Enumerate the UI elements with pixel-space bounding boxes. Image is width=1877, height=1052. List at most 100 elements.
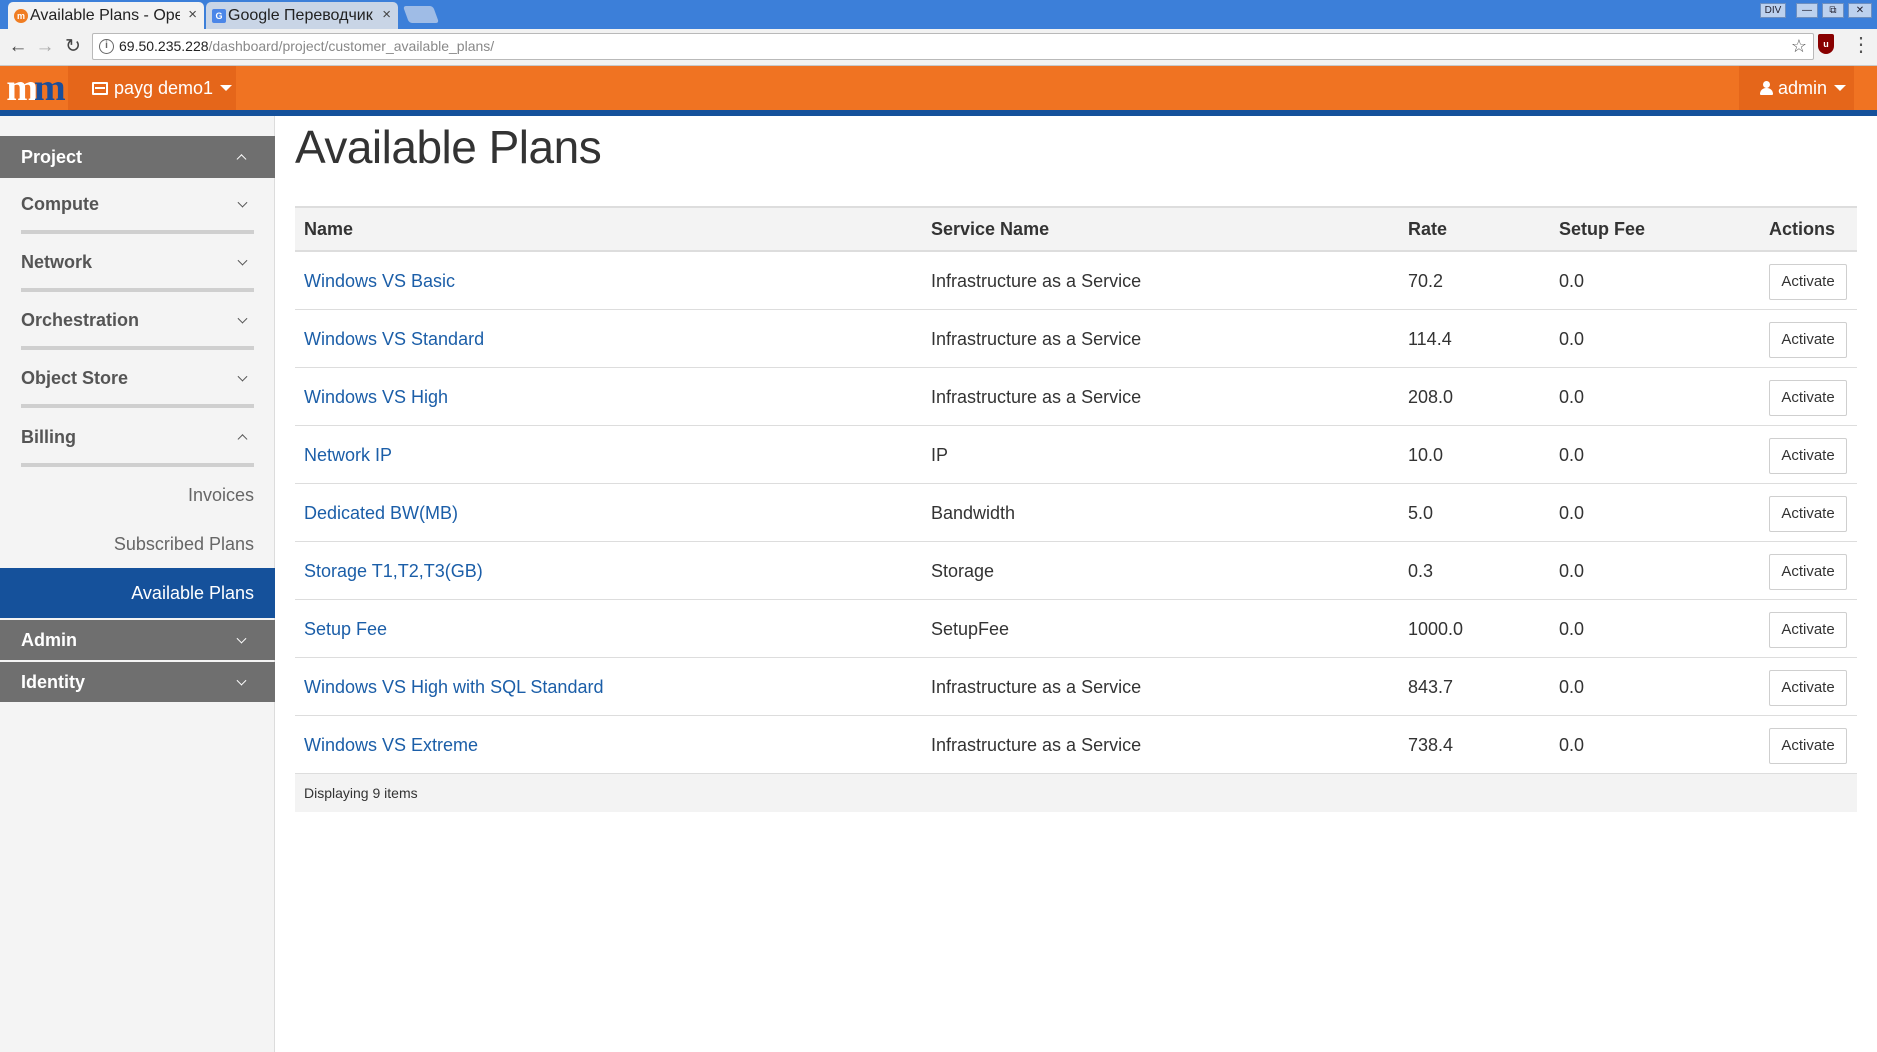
sidebar-group-orchestration[interactable]: Orchestration: [21, 294, 254, 350]
rate-cell: 70.2: [1408, 271, 1444, 291]
activate-button[interactable]: Activate: [1769, 322, 1847, 358]
tab-title: Available Plans - Ope: [30, 6, 180, 24]
table-row: Windows VS Basic Infrastructure as a Serv…: [295, 252, 1857, 310]
service-name-cell: Infrastructure as a Service: [931, 271, 1142, 291]
column-header-service-name[interactable]: Service Name: [931, 208, 1049, 250]
openstack-favicon-icon: m: [14, 9, 28, 23]
caret-down-icon: [1834, 85, 1847, 91]
sidebar-section-label: Project: [21, 146, 83, 167]
table-row: Windows VS Extreme Infrastructure as a Se…: [295, 716, 1857, 774]
rate-cell: 10.0: [1408, 445, 1444, 465]
sidebar-item-subscribed-plans[interactable]: Subscribed Plans: [0, 521, 275, 568]
restore-window-button[interactable]: ⧉: [1822, 3, 1844, 18]
plan-name-link[interactable]: Setup Fee: [304, 600, 387, 658]
rate-cell: 738.4: [1408, 735, 1454, 755]
browser-menu-icon[interactable]: ⋮: [1851, 33, 1871, 57]
reload-icon[interactable]: ↻: [61, 35, 85, 59]
project-selector[interactable]: payg demo1: [68, 66, 236, 110]
plan-name-link[interactable]: Windows VS Standard: [304, 310, 484, 368]
activate-button[interactable]: Activate: [1769, 554, 1847, 590]
sidebar-group-object-store[interactable]: Object Store: [21, 352, 254, 408]
service-name-cell: SetupFee: [931, 619, 1010, 639]
setup-fee-cell: 0.0: [1559, 619, 1585, 639]
ublock-extension-icon[interactable]: u: [1818, 34, 1834, 54]
site-info-icon[interactable]: i: [99, 39, 114, 54]
setup-fee-cell: 0.0: [1559, 387, 1585, 407]
close-tab-icon[interactable]: ×: [382, 6, 391, 23]
activate-button[interactable]: Activate: [1769, 438, 1847, 474]
plan-name-link[interactable]: Windows VS Basic: [304, 252, 455, 310]
rate-cell: 208.0: [1408, 387, 1454, 407]
plan-name-link[interactable]: Windows VS High with SQL Standard: [304, 658, 603, 716]
table-row: Windows VS High Infrastructure as a Servi…: [295, 368, 1857, 426]
sidebar-section-label: Identity: [21, 671, 86, 692]
service-name-cell: Infrastructure as a Service: [931, 387, 1142, 407]
page-title: Available Plans: [295, 121, 602, 173]
column-header-name[interactable]: Name: [304, 208, 353, 250]
table-row: Windows VS High with SQL Standard Infrast…: [295, 658, 1857, 716]
plan-name-link[interactable]: Network IP: [304, 426, 392, 484]
table-row: Windows VS Standard Infrastructure as a S…: [295, 310, 1857, 368]
sidebar-group-compute[interactable]: Compute: [21, 178, 254, 234]
plan-name-link[interactable]: Windows VS High: [304, 368, 448, 426]
new-tab-button[interactable]: [402, 6, 440, 23]
setup-fee-cell: 0.0: [1559, 735, 1585, 755]
header-accent-line: [0, 110, 1877, 116]
chevron-up-icon: [237, 434, 248, 445]
address-bar[interactable]: i 69.50.235.228/dashboard/project/custom…: [92, 33, 1814, 60]
table-row: Network IP IP 10.0 0.0 Activate: [295, 426, 1857, 484]
sidebar-item-invoices[interactable]: Invoices: [0, 472, 275, 519]
chevron-down-icon: [236, 633, 247, 644]
setup-fee-cell: 0.0: [1559, 677, 1585, 697]
service-name-cell: Infrastructure as a Service: [931, 677, 1142, 697]
plan-name-link[interactable]: Windows VS Extreme: [304, 716, 478, 774]
google-translate-favicon-icon: G: [212, 9, 226, 23]
rate-cell: 1000.0: [1408, 619, 1464, 639]
back-arrow-icon[interactable]: ←: [6, 35, 30, 59]
url-text[interactable]: 69.50.235.228/dashboard/project/customer…: [119, 38, 494, 54]
browser-tab-google-translate[interactable]: G Google Переводчик ×: [206, 2, 398, 29]
table-row: Storage T1,T2,T3(GB) Storage 0.3 0.0 Activat…: [295, 542, 1857, 600]
browser-tab-available-plans[interactable]: m Available Plans - Ope ×: [8, 2, 204, 29]
table-footer: Displaying 9 items: [295, 774, 1857, 812]
setup-fee-cell: 0.0: [1559, 503, 1585, 523]
activate-button[interactable]: Activate: [1769, 612, 1847, 648]
column-header-actions: Actions: [1769, 219, 1836, 239]
service-name-cell: IP: [931, 445, 949, 465]
sidebar-section-admin[interactable]: Admin: [0, 620, 275, 660]
rate-cell: 843.7: [1408, 677, 1454, 697]
sidebar-group-billing[interactable]: Billing: [21, 411, 254, 467]
window-extra-button[interactable]: DIV: [1760, 3, 1786, 18]
plan-name-link[interactable]: Dedicated BW(MB): [304, 484, 458, 542]
sidebar-section-project[interactable]: Project: [0, 136, 275, 178]
activate-button[interactable]: Activate: [1769, 670, 1847, 706]
sidebar-item-available-plans[interactable]: Available Plans: [0, 568, 275, 618]
caret-down-icon: [220, 85, 233, 91]
service-name-cell: Storage: [931, 561, 995, 581]
table-row: Setup Fee SetupFee 1000.0 0.0 Activate: [295, 600, 1857, 658]
rate-cell: 114.4: [1408, 329, 1452, 349]
column-header-rate[interactable]: Rate: [1408, 208, 1447, 250]
activate-button[interactable]: Activate: [1769, 728, 1847, 764]
user-icon: [1760, 81, 1773, 95]
brand-logo[interactable]: mm: [0, 66, 68, 110]
project-icon: [92, 81, 108, 95]
close-tab-icon[interactable]: ×: [188, 6, 197, 23]
table-header: Name Service Name Rate Setup Fee Actions: [295, 206, 1857, 252]
activate-button[interactable]: Activate: [1769, 264, 1847, 300]
close-window-button[interactable]: ✕: [1848, 3, 1872, 18]
setup-fee-cell: 0.0: [1559, 329, 1585, 349]
sidebar-group-network[interactable]: Network: [21, 236, 254, 292]
activate-button[interactable]: Activate: [1769, 496, 1847, 532]
forward-arrow-icon[interactable]: →: [33, 35, 57, 59]
plan-name-link[interactable]: Storage T1,T2,T3(GB): [304, 542, 483, 600]
column-header-setup-fee[interactable]: Setup Fee: [1559, 208, 1645, 250]
setup-fee-cell: 0.0: [1559, 561, 1585, 581]
bookmark-star-icon[interactable]: ☆: [1791, 36, 1807, 57]
activate-button[interactable]: Activate: [1769, 380, 1847, 416]
minimize-window-button[interactable]: —: [1796, 3, 1818, 18]
sidebar-section-identity[interactable]: Identity: [0, 662, 275, 702]
setup-fee-cell: 0.0: [1559, 271, 1585, 291]
browser-toolbar: ← → ↻ i 69.50.235.228/dashboard/project/…: [0, 29, 1877, 66]
user-menu[interactable]: admin: [1739, 66, 1854, 110]
